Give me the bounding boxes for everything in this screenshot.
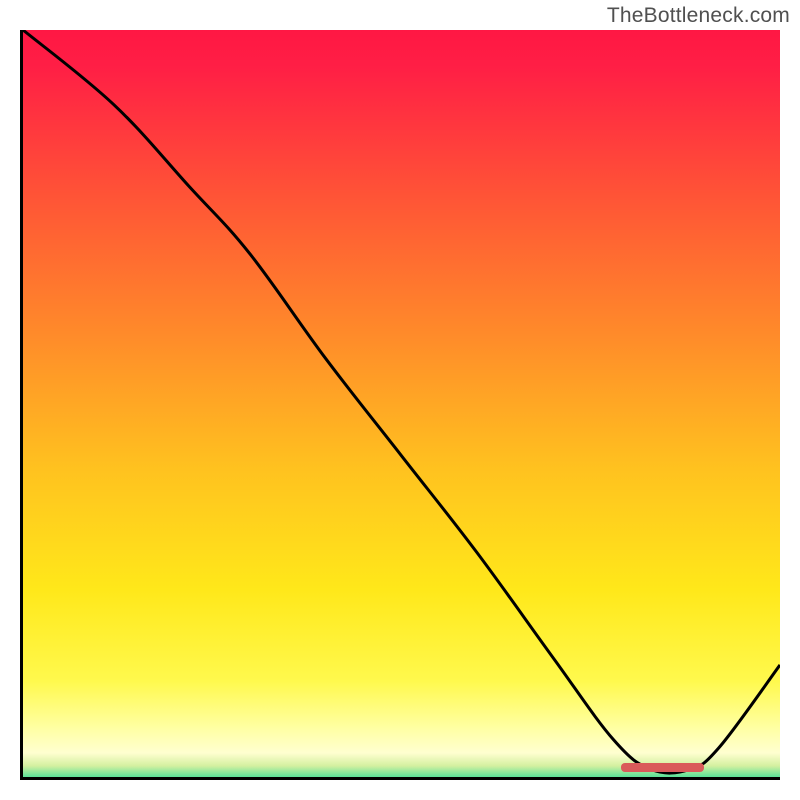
plot-area <box>20 30 780 780</box>
attribution-source: TheBottleneck.com <box>607 4 790 28</box>
curve-layer <box>23 30 780 777</box>
optimal-range-marker <box>621 763 704 772</box>
bottleneck-curve <box>23 30 780 773</box>
chart-root: TheBottleneck.com <box>0 0 800 800</box>
